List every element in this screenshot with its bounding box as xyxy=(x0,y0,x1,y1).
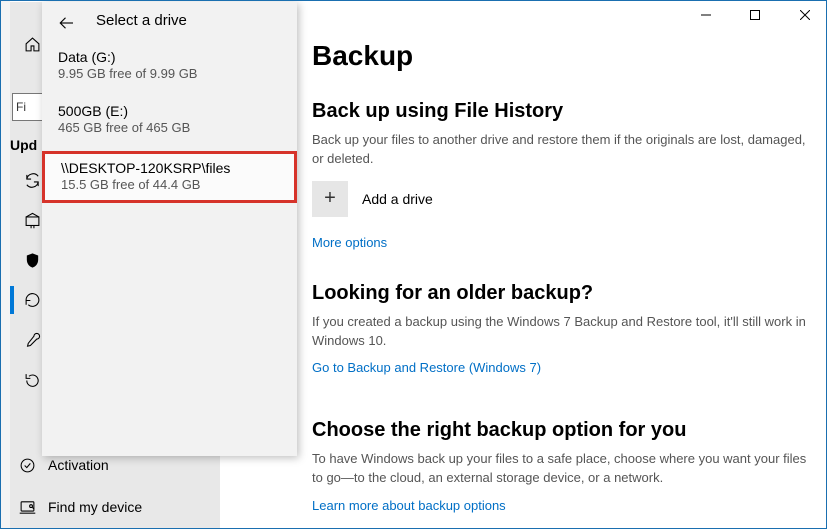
drive-name: Data (G:) xyxy=(58,49,281,65)
backup-restore-link[interactable]: Go to Backup and Restore (Windows 7) xyxy=(312,360,541,375)
sidebar-item-find-my-device[interactable]: Find my device xyxy=(10,486,220,528)
add-drive-row[interactable]: + Add a drive xyxy=(312,181,815,217)
section-body: To have Windows back up your files to a … xyxy=(312,450,815,488)
plus-icon: + xyxy=(312,181,348,217)
section-heading: Choose the right backup option for you xyxy=(312,419,815,442)
section-file-history: Back up using File History Back up your … xyxy=(312,100,815,252)
close-button[interactable] xyxy=(782,0,827,30)
minimize-button[interactable] xyxy=(683,0,728,30)
drive-option[interactable]: Data (G:) 9.95 GB free of 9.99 GB xyxy=(42,43,297,89)
activation-icon xyxy=(18,456,36,474)
drive-subtext: 9.95 GB free of 9.99 GB xyxy=(58,66,281,81)
back-button[interactable] xyxy=(52,8,82,38)
drive-name: \\DESKTOP-120KSRP\files xyxy=(61,160,278,176)
section-older-backup: Looking for an older backup? If you crea… xyxy=(312,282,815,378)
maximize-button[interactable] xyxy=(733,0,778,30)
drive-subtext: 465 GB free of 465 GB xyxy=(58,120,281,135)
learn-more-link[interactable]: Learn more about backup options xyxy=(312,498,506,513)
main-content: Backup Back up using File History Back u… xyxy=(312,40,815,527)
more-options-link[interactable]: More options xyxy=(312,235,387,250)
page-title: Backup xyxy=(312,40,815,72)
section-body: If you created a backup using the Window… xyxy=(312,313,815,351)
sidebar-bottom: Activation Find my device xyxy=(10,444,220,528)
section-body: Back up your files to another drive and … xyxy=(312,131,815,169)
select-drive-flyout: Select a drive Data (G:) 9.95 GB free of… xyxy=(42,2,297,456)
find-placeholder-fragment: Fi xyxy=(16,100,26,114)
section-heading: Looking for an older backup? xyxy=(312,282,815,305)
drive-option-highlighted[interactable]: \\DESKTOP-120KSRP\files 15.5 GB free of … xyxy=(42,151,297,203)
add-drive-label: Add a drive xyxy=(362,191,433,207)
title-bar xyxy=(683,0,827,30)
sidebar-item-label: Find my device xyxy=(48,499,142,515)
drive-option[interactable]: 500GB (E:) 465 GB free of 465 GB xyxy=(42,97,297,143)
section-choose-backup: Choose the right backup option for you T… xyxy=(312,419,815,515)
drive-subtext: 15.5 GB free of 44.4 GB xyxy=(61,177,278,192)
sidebar-item-label: Activation xyxy=(48,457,109,473)
section-heading: Back up using File History xyxy=(312,100,815,123)
find-device-icon xyxy=(18,498,36,516)
drive-name: 500GB (E:) xyxy=(58,103,281,119)
